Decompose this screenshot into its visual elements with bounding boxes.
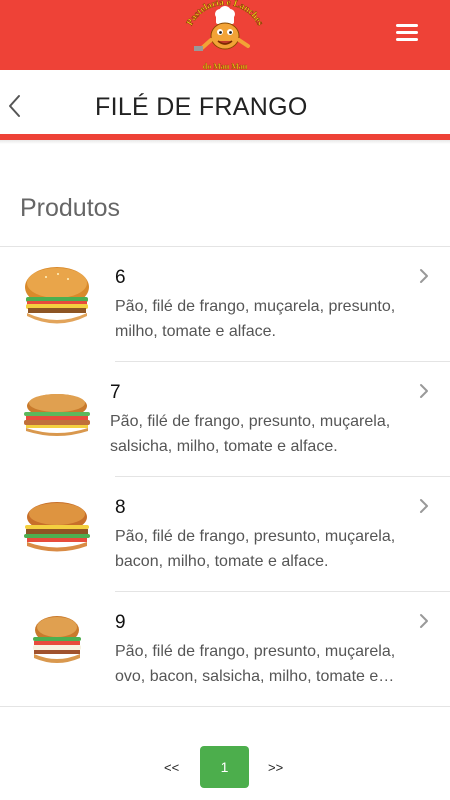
product-item[interactable]: 9 Pão, filé de frango, presunto, muçarel…	[0, 592, 450, 707]
burger-image	[18, 376, 96, 446]
chevron-right-icon	[418, 612, 430, 630]
product-list: 6 Pão, filé de frango, muçarela, presunt…	[0, 247, 450, 707]
product-description: Pão, filé de frango, presunto, muçarela,…	[115, 528, 396, 570]
brand-logo[interactable]: Pastelaria e Lanches do Mau Mau	[180, 0, 270, 70]
pagination-prev-button[interactable]: <<	[164, 760, 179, 775]
svg-text:do Mau Mau: do Mau Mau	[203, 62, 248, 70]
pagination-next-button[interactable]: >>	[268, 760, 283, 775]
product-item[interactable]: 6 Pão, filé de frango, muçarela, presunt…	[0, 247, 450, 362]
product-description: Pão, filé de frango, muçarela, presunto,…	[115, 298, 396, 340]
chevron-right-icon	[418, 267, 430, 285]
page-title: FILÉ DE FRANGO	[95, 93, 308, 121]
product-name: 9	[115, 612, 126, 633]
product-name: 8	[115, 497, 126, 518]
product-name: 7	[110, 382, 121, 403]
chevron-right-icon	[418, 382, 430, 400]
product-description: Pão, filé de frango, presunto, muçarela,…	[115, 643, 396, 685]
product-description: Pão, filé de frango, presunto, muçarela,…	[110, 413, 391, 455]
chevron-left-icon[interactable]	[4, 92, 28, 120]
section-title: Produtos	[20, 194, 121, 222]
product-name: 6	[115, 267, 126, 288]
list-divider	[0, 706, 450, 707]
pagination: << 1 >>	[0, 746, 450, 788]
burger-image	[18, 606, 96, 676]
top-bar: Pastelaria e Lanches do Mau Mau	[0, 0, 450, 70]
hamburger-menu-icon[interactable]	[396, 24, 420, 44]
pagination-page-button[interactable]: 1	[200, 746, 249, 788]
title-bar: FILÉ DE FRANGO	[0, 70, 450, 134]
product-item[interactable]: 7 Pão, filé de frango, presunto, muçarel…	[0, 362, 450, 477]
product-item[interactable]: 8 Pão, filé de frango, presunto, muçarel…	[0, 477, 450, 592]
burger-image	[18, 261, 96, 331]
burger-image	[18, 491, 96, 561]
chevron-right-icon	[418, 497, 430, 515]
title-shadow	[0, 140, 450, 144]
